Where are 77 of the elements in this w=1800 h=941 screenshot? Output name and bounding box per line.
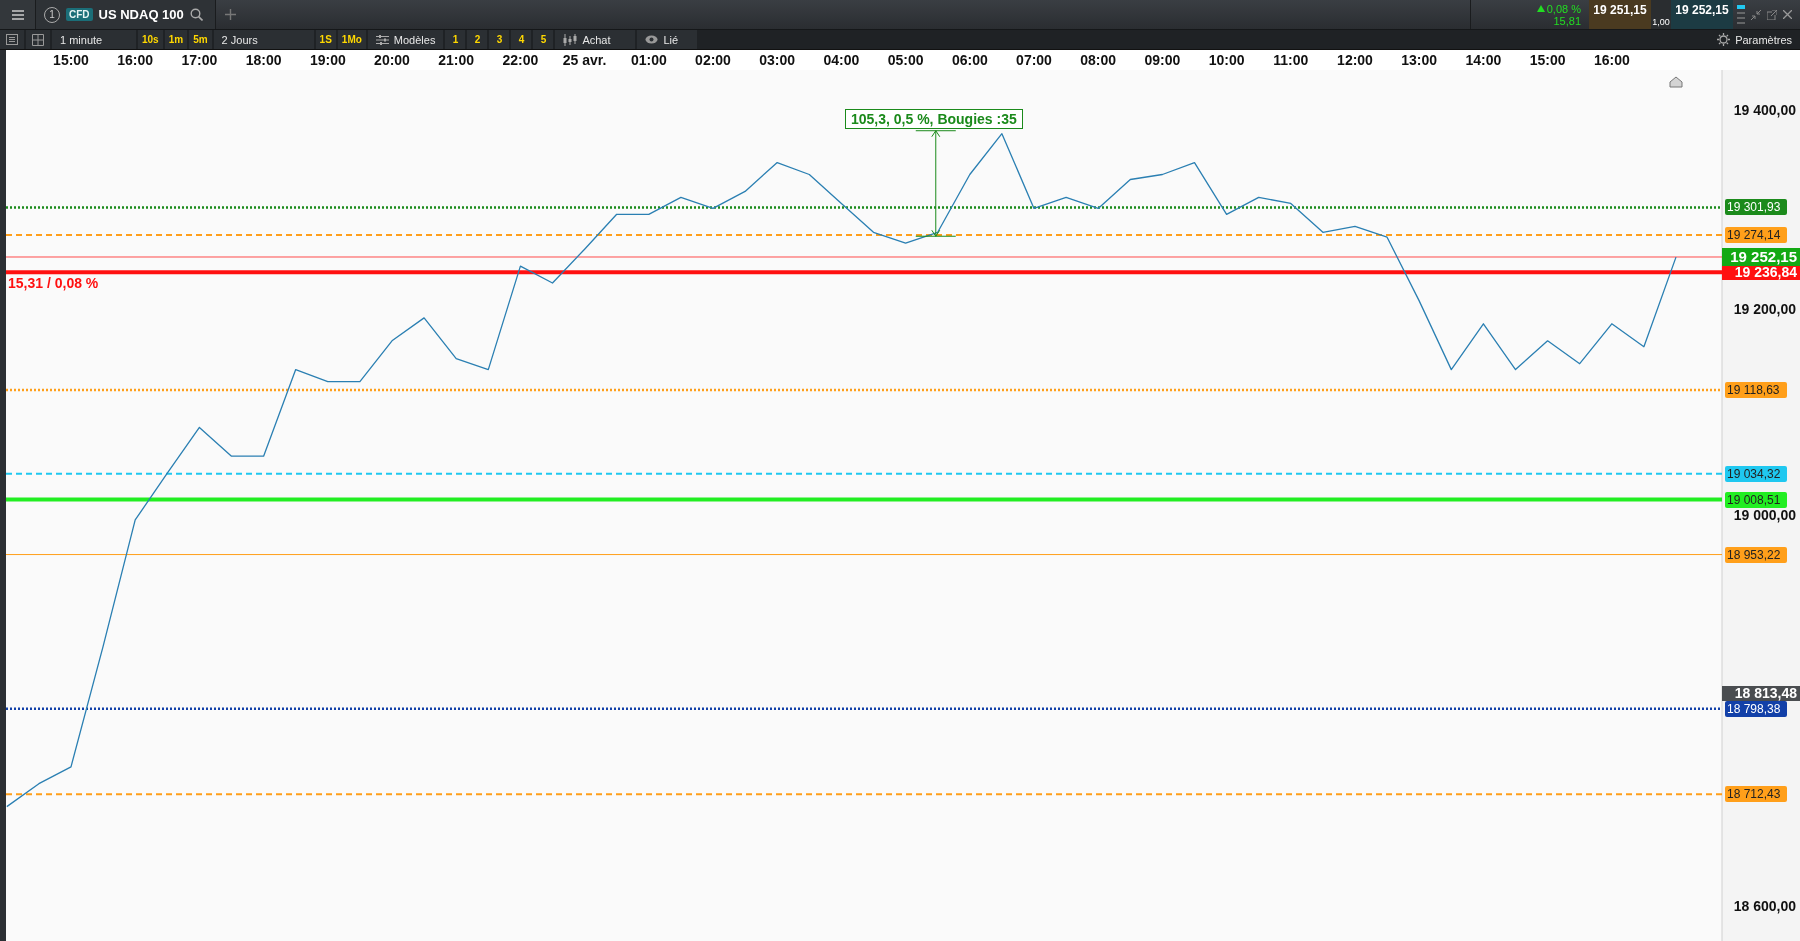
time-label: 05:00 (887, 52, 924, 68)
time-label: 11:00 (1273, 52, 1309, 68)
time-label: 19:00 (309, 52, 346, 68)
close-icon (1783, 10, 1792, 19)
layout-button[interactable] (26, 30, 50, 49)
layout-icon (1737, 4, 1745, 25)
instrument-name: US NDAQ 100 (98, 7, 184, 22)
menu-button[interactable] (0, 0, 36, 29)
time-label: 17:00 (181, 52, 218, 68)
time-label: 04:00 (823, 52, 860, 68)
search-icon (189, 8, 203, 21)
measure-label: 105,3, 0,5 %, Bougies :35 (845, 109, 1023, 129)
price-tick-label: 19 200,00 (1733, 300, 1796, 317)
price-tick-label: 18 600,00 (1733, 898, 1796, 915)
change-note: 15,31 / 0,08 % (8, 275, 99, 292)
grid-icon (32, 33, 44, 46)
price-level-tag: 19 274,14 (1725, 227, 1787, 244)
time-label: 07:00 (1016, 52, 1052, 68)
instrument-tab[interactable]: 1 CFD US NDAQ 100 (36, 0, 216, 29)
interval-button[interactable]: 10s (138, 30, 163, 49)
templates-button[interactable]: Modèles (367, 30, 444, 49)
time-label: 18:00 (245, 52, 282, 68)
list-icon (6, 34, 18, 45)
settings-icon (1717, 33, 1731, 46)
sliders-icon (375, 34, 389, 45)
price-tick-label: 19 400,00 (1733, 101, 1796, 118)
time-label: 25 avr. (562, 52, 607, 68)
period-button[interactable]: 1S (315, 30, 336, 49)
time-label: 13:00 (1401, 52, 1438, 68)
popout-icon (1767, 9, 1777, 20)
list-button[interactable] (0, 30, 24, 49)
slot-button[interactable]: 5 (533, 30, 554, 49)
candlestick-icon (563, 33, 578, 46)
up-triangle-icon (1536, 5, 1545, 12)
settings-button[interactable]: Paramètres (1709, 30, 1800, 49)
menu-icon (11, 9, 24, 20)
time-label: 22:00 (502, 52, 539, 68)
time-label: 09:00 (1144, 52, 1181, 68)
slot-button[interactable]: 3 (489, 30, 510, 49)
time-label: 03:00 (759, 52, 796, 68)
change-points: 15,81 (1553, 14, 1581, 27)
period-selector[interactable]: 2 Jours (213, 30, 314, 49)
instrument-type-tag: CFD (66, 8, 93, 21)
price-tick-label: 19 000,00 (1733, 507, 1796, 523)
time-label: 01:00 (630, 52, 667, 68)
minimize-icon (1751, 9, 1761, 20)
time-label: 14:00 (1465, 52, 1502, 68)
time-label: 15:00 (1529, 52, 1566, 68)
slot-button[interactable]: 2 (467, 30, 488, 49)
spread-value: 1,00 (1652, 17, 1670, 29)
time-label: 16:00 (117, 52, 154, 68)
time-label: 10:00 (1208, 52, 1245, 68)
time-label: 21:00 (438, 52, 475, 68)
slot-button[interactable]: 4 (511, 30, 532, 49)
time-label: 20:00 (374, 52, 410, 68)
time-label: 15:00 (53, 52, 89, 68)
buy-price-button[interactable]: 19 252,15 (1671, 0, 1733, 29)
time-label: 08:00 (1080, 52, 1117, 68)
eye-icon (645, 35, 659, 44)
change-percent: 0,08 % (1536, 2, 1581, 15)
sell-price-button[interactable]: 19 251,15 (1589, 0, 1651, 29)
price-level-tag: 18 712,43 (1725, 786, 1787, 803)
period-button[interactable]: 1Mo (337, 30, 366, 49)
price-level-tag: 18 813,48 (1722, 686, 1800, 702)
time-label: 12:00 (1337, 52, 1373, 68)
interval-button[interactable]: 1m (164, 30, 188, 49)
time-label: 02:00 (695, 52, 731, 68)
interval-selector[interactable]: 1 minute (52, 30, 136, 49)
slot-button[interactable]: 1 (445, 30, 466, 49)
order-button[interactable]: Achat (555, 30, 636, 49)
time-label: 06:00 (951, 52, 988, 68)
link-button[interactable]: Lié (637, 30, 698, 49)
time-label: 16:00 (1593, 52, 1630, 68)
plus-icon (225, 9, 237, 20)
price-level-tag: 19 301,93 (1725, 199, 1787, 216)
interval-button[interactable]: 5m (189, 30, 212, 49)
home-marker-icon[interactable] (1669, 76, 1683, 88)
